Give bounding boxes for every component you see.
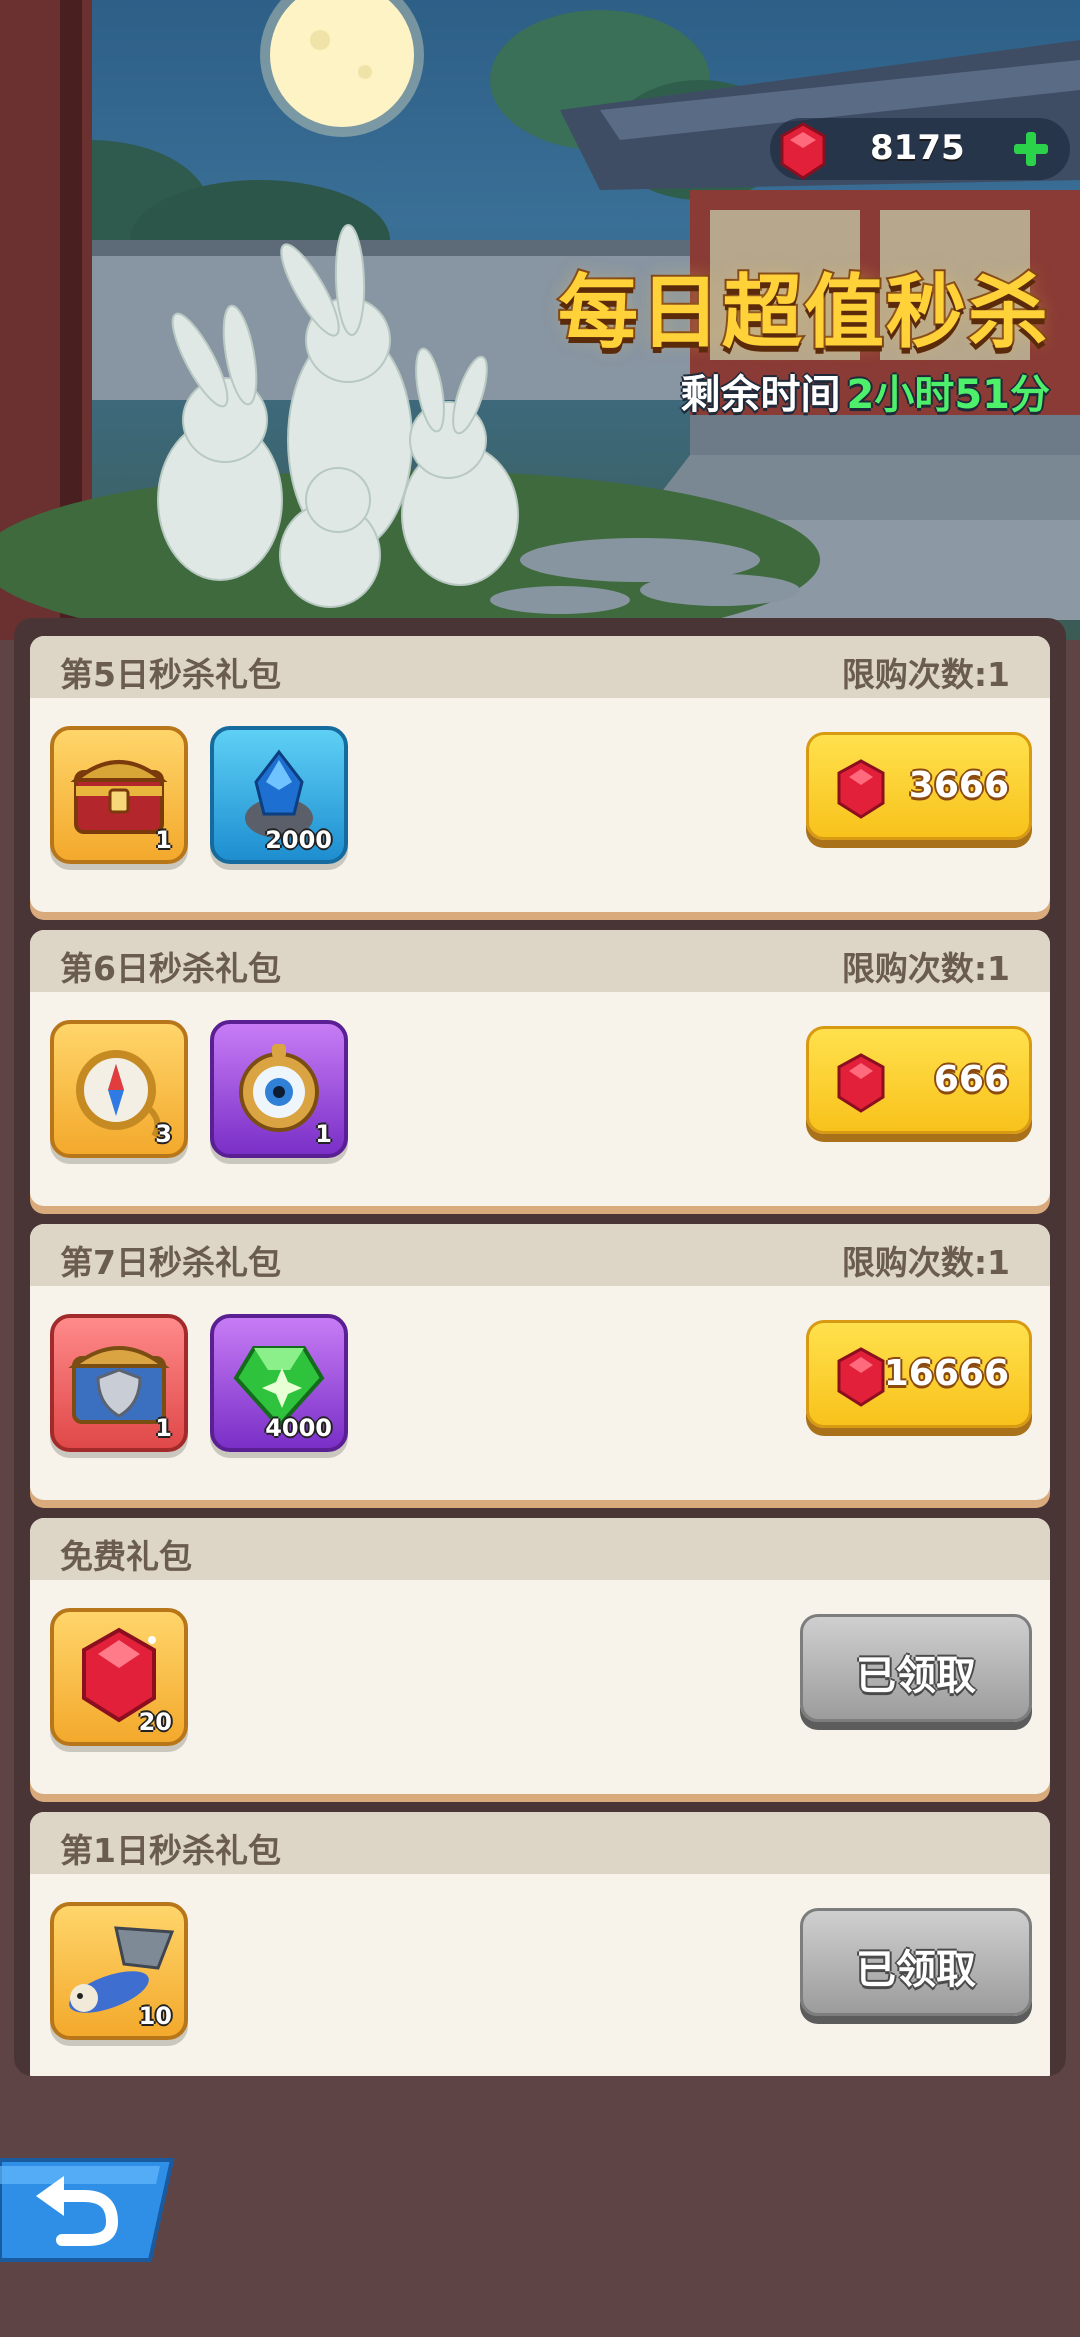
- pack-card-day6: 第6日秒杀礼包 限购次数:1 3 1 666: [30, 930, 1050, 1206]
- countdown-timer: 剩余时间 2小时51分: [681, 362, 1051, 420]
- buy-button[interactable]: 3666: [806, 732, 1032, 840]
- pack-title: 免费礼包: [60, 1537, 192, 1576]
- claimed-label: 已领取: [856, 1947, 976, 1993]
- pack-card-header: 第5日秒杀礼包 限购次数:1: [30, 636, 1050, 698]
- price-label: 666: [933, 1059, 1009, 1100]
- green-gem-item[interactable]: 4000: [210, 1314, 348, 1452]
- pack-card-header: 第7日秒杀礼包 限购次数:1: [30, 1224, 1050, 1286]
- compass-item[interactable]: 3: [50, 1020, 188, 1158]
- item-quantity: 20: [138, 1708, 172, 1736]
- gem-balance: 8175: [870, 128, 965, 168]
- pack-card-day7: 第7日秒杀礼包 限购次数:1 1 4000 16666: [30, 1224, 1050, 1500]
- pack-card-day1: 第1日秒杀礼包 10 已领取: [30, 1812, 1050, 2076]
- ruby-gem-icon: [837, 1347, 885, 1407]
- price-label: 16666: [883, 1353, 1009, 1394]
- pack-title: 第6日秒杀礼包: [60, 949, 281, 988]
- item-quantity: 1: [155, 826, 172, 854]
- timer-label: 剩余时间: [680, 372, 841, 418]
- shield-chest-item[interactable]: 1: [50, 1314, 188, 1452]
- pack-card-header: 第6日秒杀礼包 限购次数:1: [30, 930, 1050, 992]
- pack-title: 第7日秒杀礼包: [60, 1243, 281, 1282]
- back-arrow-icon: [0, 2158, 175, 2262]
- purchase-limit: 限购次数:1: [841, 949, 1010, 988]
- item-quantity: 2000: [265, 826, 332, 854]
- ruby-gem-icon: [837, 759, 885, 819]
- add-gems-plus-icon[interactable]: [1008, 126, 1054, 172]
- claimed-label: 已领取: [856, 1653, 976, 1699]
- pack-card-free: 免费礼包 20 已领取: [30, 1518, 1050, 1794]
- ruby-item[interactable]: 20: [50, 1608, 188, 1746]
- timer-value: 2小时51分: [846, 372, 1051, 418]
- ruby-gem-icon: [780, 122, 826, 180]
- pack-title: 第1日秒杀礼包: [60, 1831, 281, 1870]
- purchase-limit: 限购次数:1: [841, 655, 1010, 694]
- claimed-button[interactable]: 已领取: [800, 1614, 1032, 1722]
- treasure-chest-item[interactable]: 1: [50, 726, 188, 864]
- pack-list[interactable]: 第5日秒杀礼包 限购次数:1 1 2000 3666 第6日秒杀礼包 限购次数:…: [14, 618, 1066, 2076]
- buy-button[interactable]: 666: [806, 1026, 1032, 1134]
- pack-card-header: 第1日秒杀礼包: [30, 1812, 1050, 1874]
- event-banner: 8175 每日超值秒杀 剩余时间 2小时51分: [0, 0, 1080, 640]
- item-quantity: 4000: [265, 1414, 332, 1442]
- item-quantity: 10: [138, 2002, 172, 2030]
- bucket-creature-item[interactable]: 10: [50, 1902, 188, 2040]
- event-title: 每日超值秒杀: [556, 264, 1050, 361]
- item-quantity: 1: [315, 1120, 332, 1148]
- gem-balance-counter: 8175: [770, 118, 1070, 180]
- purchase-limit: 限购次数:1: [841, 1243, 1010, 1282]
- blue-crystal-item[interactable]: 2000: [210, 726, 348, 864]
- claimed-button[interactable]: 已领取: [800, 1908, 1032, 2016]
- ruby-gem-icon: [837, 1053, 885, 1113]
- buy-button[interactable]: 16666: [806, 1320, 1032, 1428]
- item-quantity: 3: [155, 1120, 172, 1148]
- pack-title: 第5日秒杀礼包: [60, 655, 281, 694]
- price-label: 3666: [908, 765, 1009, 806]
- pack-card-header: 免费礼包: [30, 1518, 1050, 1580]
- back-button[interactable]: [0, 2156, 176, 2264]
- pack-card-day5: 第5日秒杀礼包 限购次数:1 1 2000 3666: [30, 636, 1050, 912]
- eye-amulet-item[interactable]: 1: [210, 1020, 348, 1158]
- item-quantity: 1: [155, 1414, 172, 1442]
